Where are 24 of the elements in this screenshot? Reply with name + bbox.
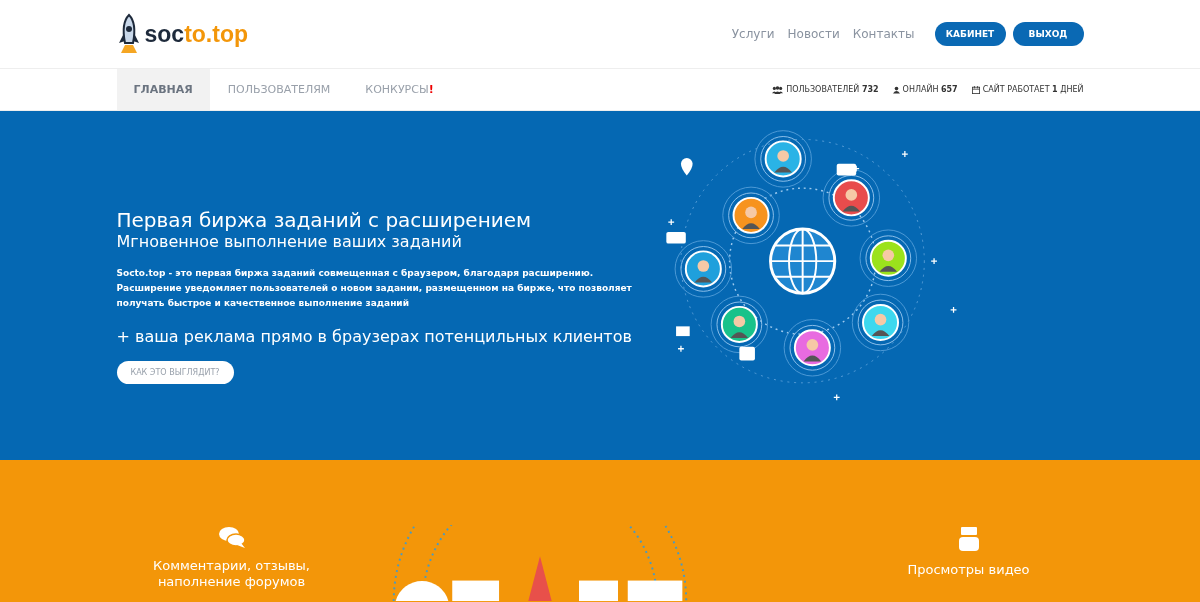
feature-title: Комментарии, отзывы, наполнение форумов bbox=[152, 558, 311, 590]
user-icon bbox=[892, 85, 900, 94]
rocket-icon bbox=[116, 13, 141, 55]
users-icon bbox=[772, 85, 784, 94]
header-button[interactable]: ВЫХОД bbox=[1012, 22, 1084, 46]
nav-link[interactable]: Услуги bbox=[731, 27, 775, 41]
stat-text: ОНЛАЙН 657 bbox=[902, 85, 958, 94]
calendar-icon bbox=[971, 85, 980, 94]
nav-link[interactable]: Новости bbox=[787, 27, 840, 41]
logo-text[interactable]: socto.top bbox=[144, 20, 248, 48]
header-button[interactable]: КАБИНЕТ bbox=[934, 22, 1006, 46]
hero-title: Первая биржа заданий с расширением bbox=[116, 207, 533, 232]
menu-tab[interactable]: ПОЛЬЗОВАТЕЛЯМ bbox=[210, 69, 348, 110]
hero-tagline: + ваша реклама прямо в браузерах потенцильных клиентов bbox=[116, 326, 633, 346]
menu-tab[interactable]: ГЛАВНАЯ bbox=[116, 69, 210, 110]
hero-description: Socto.top - это первая биржа заданий совмещенная с браузером, благодаря расширению. Расширение уведомляет пользователей о новом задании, размещенном на бирже, что позволяет получать быстрое и качественное выполнение заданий bbox=[116, 266, 633, 310]
feature-title: Просмотры видео bbox=[906, 562, 1031, 578]
menu-tab[interactable]: КОНКУРСЫ! bbox=[348, 69, 451, 110]
chat-bubbles-icon bbox=[218, 526, 245, 548]
stat-text: САЙТ РАБОТАЕТ 1 ДНЕЙ bbox=[982, 85, 1084, 94]
hero-subtitle: Мгновенное выполнение ваших заданий bbox=[116, 231, 463, 251]
stat-text: ПОЛЬЗОВАТЕЛЕЙ 732 bbox=[786, 85, 879, 94]
nav-link[interactable]: Контакты bbox=[852, 27, 915, 41]
how-it-looks-button[interactable]: КАК ЭТО ВЫГЛЯДИТ? bbox=[116, 360, 234, 384]
